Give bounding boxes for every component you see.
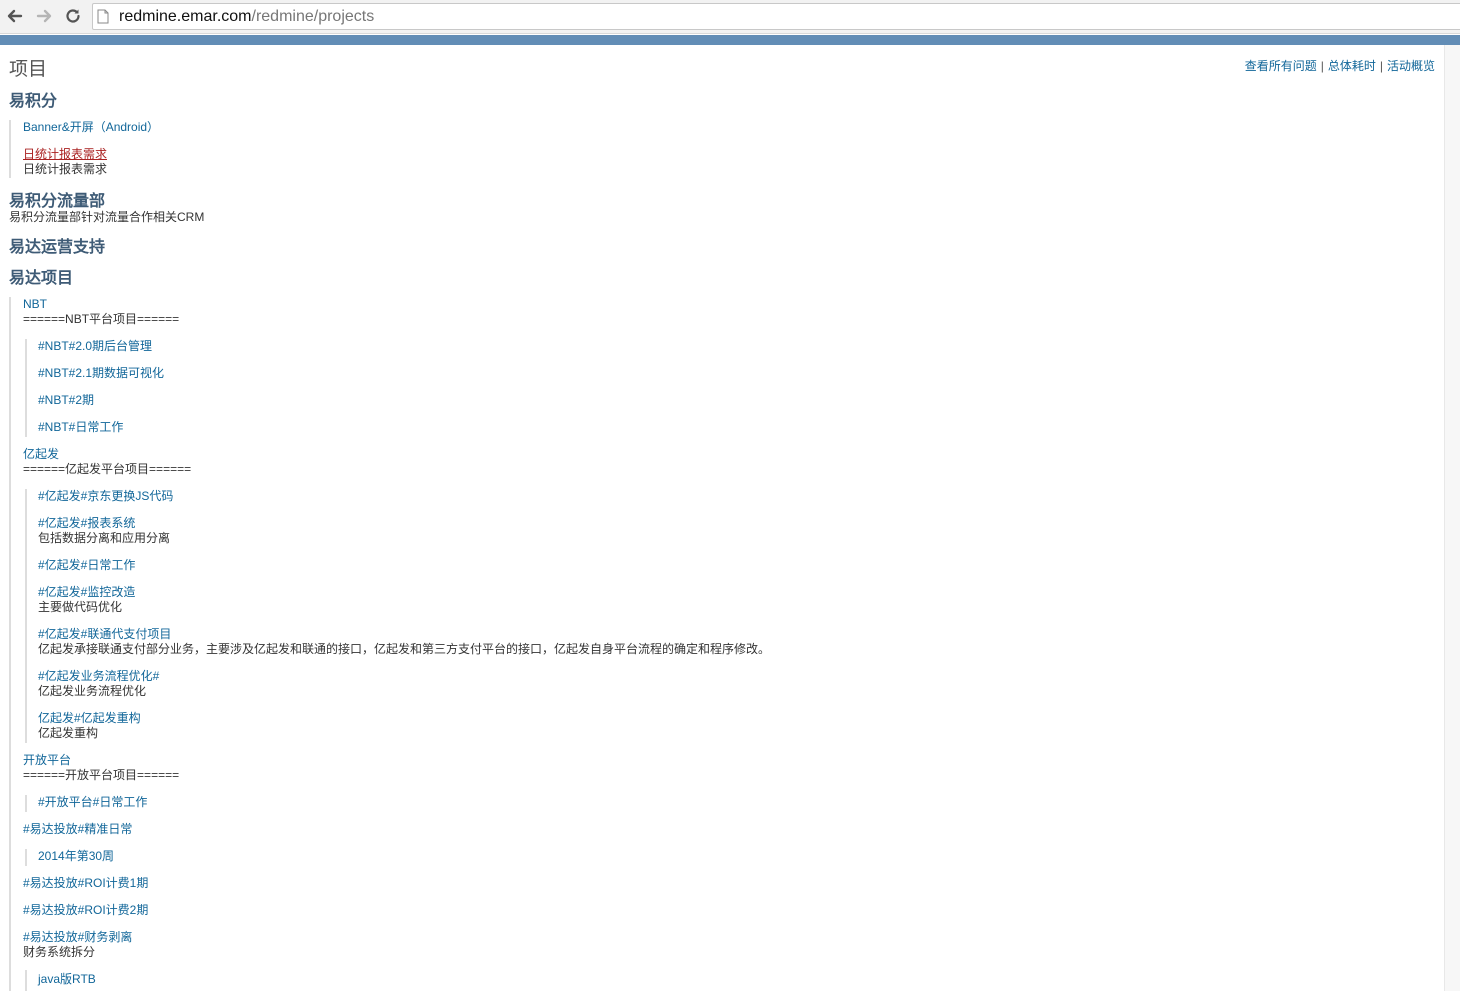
activity-link[interactable]: 活动概览: [1387, 59, 1435, 73]
subproject-item: #开放平台#日常工作: [38, 795, 147, 810]
project-description: ======亿起发平台项目======: [23, 462, 192, 476]
subproject-link[interactable]: #易达投放#ROI计费1期: [23, 876, 148, 890]
subproject-link[interactable]: NBT: [23, 297, 47, 311]
page-icon: [97, 9, 111, 25]
subproject-item: #NBT#日常工作: [38, 420, 123, 435]
page-title: 项目: [9, 58, 48, 80]
subproject-link[interactable]: #NBT#2.0期后台管理: [38, 339, 152, 353]
tree-line: [25, 849, 27, 866]
separator: |: [1379, 59, 1383, 73]
scrollbar[interactable]: [1444, 45, 1460, 991]
project-description: 亿起发业务流程优化: [38, 684, 147, 698]
project-description: 亿起发承接联通支付部分业务，主要涉及亿起发和联通的接口，亿起发和第三方支付平台的…: [38, 642, 771, 656]
url-host: redmine.emar.com: [119, 7, 252, 25]
subproject-link[interactable]: #亿起发#监控改造: [38, 585, 135, 599]
tree-line: [25, 970, 27, 991]
subproject-link[interactable]: #NBT#日常工作: [38, 420, 123, 434]
project-description: 日统计报表需求: [23, 162, 108, 176]
subproject-item: 开放平台 ======开放平台项目======: [23, 753, 179, 783]
subproject-item: #易达投放#ROI计费2期: [23, 903, 148, 918]
subproject-link[interactable]: 2014年第30周: [38, 849, 114, 863]
subproject-item: #亿起发#京东更换JS代码: [38, 489, 173, 504]
tree-line: [25, 339, 27, 437]
subproject-link[interactable]: 日统计报表需求: [23, 147, 107, 161]
header-bar: [0, 35, 1460, 45]
subproject-link[interactable]: Banner&开屏（Android）: [23, 120, 159, 134]
subproject-link[interactable]: #NBT#2期: [38, 393, 94, 407]
project-description: 易积分流量部针对流量合作相关CRM: [9, 210, 205, 224]
tree-line: [9, 297, 11, 991]
tree-line: [9, 120, 11, 178]
subproject-item: 亿起发 ======亿起发平台项目======: [23, 447, 191, 477]
tree-line: [25, 795, 27, 812]
project-yijifen[interactable]: 易积分: [9, 87, 57, 111]
project-description: 包括数据分离和应用分离: [38, 531, 171, 545]
subproject-link[interactable]: 亿起发#亿起发重构: [38, 711, 141, 725]
spent-time-link[interactable]: 总体耗时: [1328, 59, 1376, 73]
subproject-item: java版RTB: [38, 972, 96, 987]
subproject-link[interactable]: #亿起发#京东更换JS代码: [38, 489, 173, 503]
browser-toolbar: redmine.emar.com/redmine/projects: [0, 0, 1460, 34]
project-description: ======开放平台项目======: [23, 768, 180, 782]
subproject-link[interactable]: #亿起发业务流程优化#: [38, 669, 159, 683]
subproject-item: #亿起发#报表系统 包括数据分离和应用分离: [38, 516, 170, 546]
subproject-item: #亿起发业务流程优化# 亿起发业务流程优化: [38, 669, 159, 699]
subproject-item: #亿起发#日常工作: [38, 558, 135, 573]
subproject-link[interactable]: #易达投放#精准日常: [23, 822, 132, 836]
subproject-link[interactable]: #开放平台#日常工作: [38, 795, 147, 809]
context-menu: 查看所有问题 | 总体耗时 | 活动概览: [1245, 57, 1435, 74]
subproject-item: #亿起发#监控改造 主要做代码优化: [38, 585, 135, 615]
subproject-item: #NBT#2.0期后台管理: [38, 339, 152, 354]
subproject-item: 2014年第30周: [38, 849, 114, 864]
view-all-issues-link[interactable]: 查看所有问题: [1245, 59, 1317, 73]
subproject-item: #易达投放#精准日常: [23, 822, 132, 837]
subproject-item: 亿起发#亿起发重构 亿起发重构: [38, 711, 141, 741]
project-description: 财务系统拆分: [23, 945, 96, 959]
subproject-link[interactable]: #易达投放#财务剥离: [23, 930, 132, 944]
forward-arrow-icon[interactable]: [33, 5, 55, 27]
subproject-item: #NBT#2期: [38, 393, 94, 408]
reload-icon[interactable]: [62, 5, 84, 27]
subproject-item: #易达投放#ROI计费1期: [23, 876, 148, 891]
subproject-item: #易达投放#财务剥离 财务系统拆分: [23, 930, 132, 960]
tree-line: [25, 489, 27, 743]
subproject-item: #亿起发#联通代支付项目 亿起发承接联通支付部分业务，主要涉及亿起发和联通的接口…: [38, 627, 770, 657]
subproject-link[interactable]: #易达投放#ROI计费2期: [23, 903, 148, 917]
project-description: ======NBT平台项目======: [23, 312, 180, 326]
subproject-link[interactable]: #亿起发#联通代支付项目: [38, 627, 171, 641]
main-content: 项目 查看所有问题 | 总体耗时 | 活动概览 易积分 Banner&开屏（Androi…: [0, 45, 1444, 991]
subproject-link[interactable]: java版RTB: [38, 972, 96, 986]
project-description: 主要做代码优化: [38, 600, 123, 614]
address-bar[interactable]: redmine.emar.com/redmine/projects: [92, 3, 1460, 30]
back-arrow-icon[interactable]: [4, 5, 26, 27]
project-yida-xiangmu[interactable]: 易达项目: [9, 264, 73, 288]
subproject-link[interactable]: #亿起发#报表系统: [38, 516, 135, 530]
url-path: /redmine/projects: [251, 7, 375, 25]
subproject-link[interactable]: 亿起发: [23, 447, 59, 461]
separator: |: [1320, 59, 1324, 73]
subproject-link[interactable]: #亿起发#日常工作: [38, 558, 135, 572]
subproject-item: 日统计报表需求 日统计报表需求: [23, 147, 107, 177]
subproject-item: #NBT#2.1期数据可视化: [38, 366, 164, 381]
subproject-item: Banner&开屏（Android）: [23, 120, 159, 135]
subproject-link[interactable]: 开放平台: [23, 753, 71, 767]
subproject-item: NBT ======NBT平台项目======: [23, 297, 179, 327]
project-description: 亿起发重构: [38, 726, 99, 740]
project-yida-yunying[interactable]: 易达运营支持: [9, 233, 105, 257]
subproject-link[interactable]: #NBT#2.1期数据可视化: [38, 366, 164, 380]
